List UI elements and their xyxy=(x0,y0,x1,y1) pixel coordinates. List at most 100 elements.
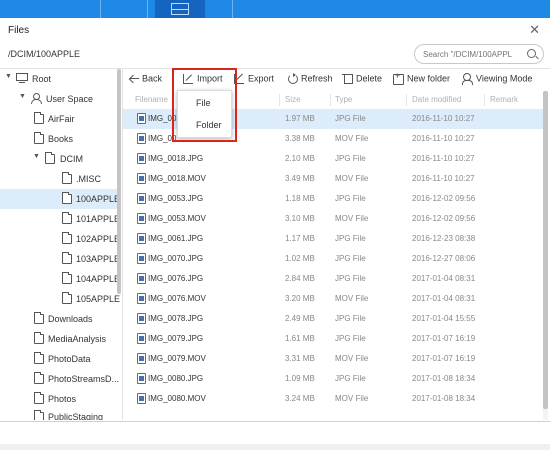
cell-type: JPG File xyxy=(335,274,366,283)
close-icon[interactable]: ✕ xyxy=(529,22,540,38)
cell-size: 1.17 MB xyxy=(285,234,315,243)
new-folder-button[interactable]: New folder xyxy=(393,71,450,88)
viewing-mode-label: Viewing Mode xyxy=(476,73,533,84)
delete-button[interactable]: Delete xyxy=(342,73,382,88)
cell-date: 2017-01-08 18:34 xyxy=(412,394,476,403)
table-row[interactable]: IMG_0053.MOV 3.10 MB MOV File 2016-12-02… xyxy=(123,209,543,229)
table-row[interactable]: IMG_0061.JPG 1.17 MB JPG File 2016-12-23… xyxy=(123,229,543,249)
cell-type: JPG File xyxy=(335,374,366,383)
tree-item-104apple[interactable]: 104APPLE xyxy=(0,269,120,289)
tree-item-label: Root xyxy=(32,74,52,84)
search-box[interactable] xyxy=(414,44,544,64)
viewing-mode-button[interactable]: Viewing Mode xyxy=(462,73,532,88)
cell-date: 2016-11-10 10:27 xyxy=(412,174,475,183)
table-row[interactable]: IMG_0018.JPG 2.10 MB JPG File 2016-11-10… xyxy=(123,149,543,169)
tree-item-airfair[interactable]: AirFair xyxy=(0,109,118,129)
expand-arrow-icon[interactable]: ▼ xyxy=(19,93,26,100)
cell-filename: IMG_0079.JPG xyxy=(148,334,204,343)
cell-size: 2.84 MB xyxy=(285,274,315,283)
tree-item-label: 100APPLE xyxy=(76,194,121,204)
cell-type: MOV File xyxy=(335,134,369,143)
tree-item-label: AirFair xyxy=(48,114,75,124)
tree-item-publicstaging[interactable]: PublicStaging xyxy=(0,407,118,420)
top-tab[interactable] xyxy=(232,0,272,18)
tree-item-label: User Space xyxy=(46,94,94,104)
back-button[interactable]: Back xyxy=(128,73,162,88)
tree-item-dcim[interactable]: ▼ DCIM xyxy=(0,149,118,169)
cell-type: JPG File xyxy=(335,254,366,263)
scrollbar-thumb[interactable] xyxy=(543,91,548,409)
user-icon xyxy=(31,93,42,104)
tree-item-downloads[interactable]: Downloads xyxy=(0,309,118,329)
column-header-type[interactable]: Type xyxy=(335,95,352,104)
tree-item-photos[interactable]: Photos xyxy=(0,389,118,409)
column-header-size[interactable]: Size xyxy=(285,95,301,104)
column-separator[interactable] xyxy=(330,94,331,106)
folder-icon xyxy=(34,392,44,404)
tree-item-label: 103APPLE xyxy=(76,254,121,264)
current-path: /DCIM/100APPLE xyxy=(8,49,81,59)
table-row[interactable]: IMG_0076.MOV 3.20 MB MOV File 2017-01-04… xyxy=(123,289,543,309)
table-row[interactable]: IMG_0053.JPG 1.18 MB JPG File 2016-12-02… xyxy=(123,189,543,209)
table-row[interactable]: IMG_0079.JPG 1.61 MB JPG File 2017-01-07… xyxy=(123,329,543,349)
annotation-highlight-box xyxy=(172,68,237,142)
column-separator[interactable] xyxy=(484,94,485,106)
table-row[interactable]: IMG_0078.JPG 2.49 MB JPG File 2017-01-04… xyxy=(123,309,543,329)
tree-item-mediaanalysis[interactable]: MediaAnalysis xyxy=(0,329,118,349)
cell-filename: IMG_0018.MOV xyxy=(148,174,206,183)
search-input[interactable] xyxy=(423,48,521,61)
tree-item-misc[interactable]: .MISC xyxy=(0,169,118,189)
video-file-icon xyxy=(137,293,146,304)
cell-type: MOV File xyxy=(335,294,369,303)
tree-item-label: 101APPLE xyxy=(76,214,121,224)
folder-icon xyxy=(34,312,44,324)
column-separator[interactable] xyxy=(406,94,407,106)
tree-item-label: PublicStaging xyxy=(48,412,104,420)
tree-item-label: MediaAnalysis xyxy=(48,334,107,344)
column-header-remark[interactable]: Remark xyxy=(490,95,518,104)
column-separator[interactable] xyxy=(279,94,280,106)
folder-icon xyxy=(62,292,72,304)
table-row[interactable]: IMG_0080.MOV 3.24 MB MOV File 2017-01-08… xyxy=(123,389,543,409)
tree-item-label: 102APPLE xyxy=(76,234,121,244)
sidebar-scrollbar[interactable] xyxy=(117,69,121,294)
folder-icon xyxy=(34,132,44,144)
tree-item-label: PhotoStreamsD... xyxy=(48,374,120,384)
top-tab[interactable] xyxy=(100,0,148,18)
window-title: Files xyxy=(8,25,30,36)
bottom-strip xyxy=(0,444,550,450)
expand-arrow-icon[interactable]: ▼ xyxy=(5,73,12,80)
tree-item-103apple[interactable]: 103APPLE xyxy=(0,249,121,269)
image-file-icon xyxy=(137,253,146,264)
cell-filename: IMG_0076.MOV xyxy=(148,294,206,303)
table-row[interactable]: IMG_0080.JPG 1.09 MB JPG File 2017-01-08… xyxy=(123,369,543,389)
search-icon[interactable] xyxy=(527,49,536,58)
export-button[interactable]: Export xyxy=(234,73,274,88)
tree-item-root[interactable]: ▼ Root xyxy=(0,69,118,89)
tree-item-books[interactable]: Books xyxy=(0,129,118,149)
tree-item-101apple[interactable]: 101APPLE xyxy=(0,209,121,229)
table-row[interactable]: IMG_0079.MOV 3.31 MB MOV File 2017-01-07… xyxy=(123,349,543,369)
app-top-bar xyxy=(0,0,550,18)
tree-item-user-space[interactable]: ▼ User Space xyxy=(0,89,118,109)
video-file-icon xyxy=(137,173,146,184)
tree-item-105apple[interactable]: 105APPLE xyxy=(0,289,120,309)
cell-date: 2016-11-10 10:27 xyxy=(412,134,475,143)
video-file-icon xyxy=(137,133,146,144)
table-row[interactable]: IMG_0070.JPG 1.02 MB JPG File 2016-12-27… xyxy=(123,249,543,269)
column-header-date-modified[interactable]: Date modified xyxy=(412,95,461,104)
tree-item-photodata[interactable]: PhotoData xyxy=(0,349,118,369)
top-tab-active[interactable] xyxy=(155,0,205,18)
folder-icon xyxy=(45,152,55,164)
folder-icon xyxy=(34,332,44,344)
tree-item-100apple[interactable]: 100APPLE xyxy=(0,189,121,209)
expand-arrow-icon[interactable]: ▼ xyxy=(33,153,40,160)
folder-icon xyxy=(62,212,72,224)
table-row[interactable]: IMG_0018.MOV 3.49 MB MOV File 2016-11-10… xyxy=(123,169,543,189)
tree-item-102apple[interactable]: 102APPLE xyxy=(0,229,121,249)
tree-item-photostreams[interactable]: PhotoStreamsD... xyxy=(0,369,120,389)
table-row[interactable]: IMG_0076.JPG 2.84 MB JPG File 2017-01-04… xyxy=(123,269,543,289)
column-header-filename[interactable]: Filename xyxy=(135,95,168,104)
refresh-button[interactable]: Refresh xyxy=(287,73,333,88)
file-list-scrollbar[interactable] xyxy=(543,91,548,420)
